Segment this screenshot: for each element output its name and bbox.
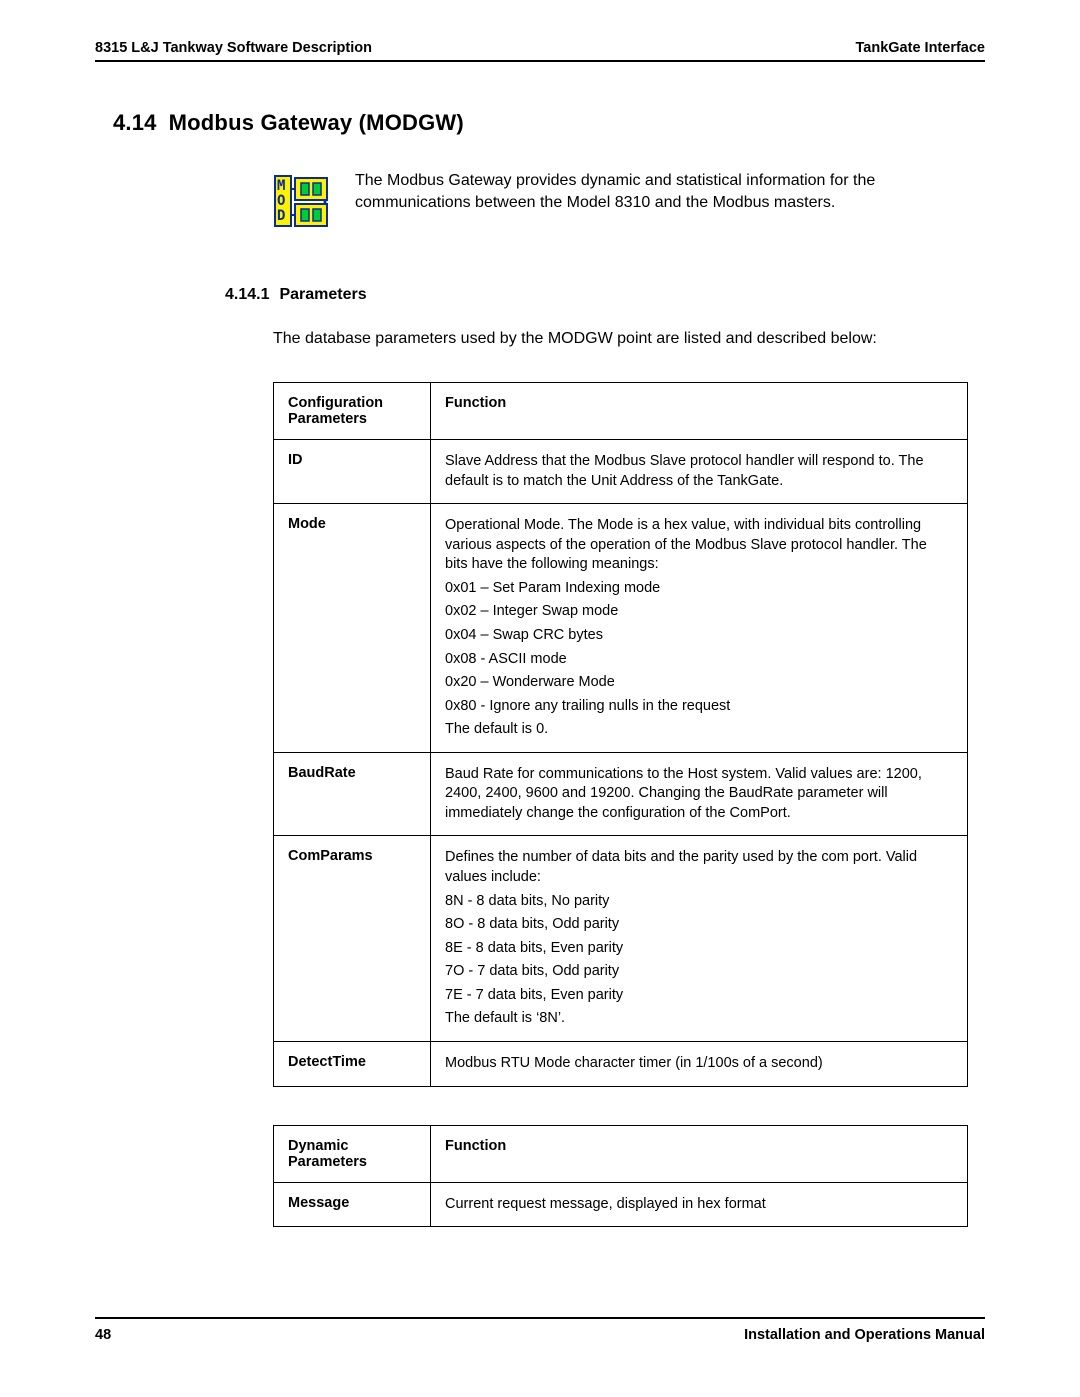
page-footer: 48 Installation and Operations Manual [95, 1317, 985, 1343]
section-intro-block: M O D The Modbus Gateway provides dynami… [273, 170, 985, 230]
table-row: ID Slave Address that the Modbus Slave pr… [274, 440, 968, 504]
param-function: Defines the number of data bits and the … [431, 836, 968, 1042]
col-header-param: Dynamic Parameters [274, 1125, 431, 1182]
header-rule [95, 60, 985, 62]
subsection-title: Parameters [279, 286, 366, 304]
table-row: Message Current request message, displaye… [274, 1182, 968, 1227]
modgw-icon: M O D [273, 172, 331, 230]
svg-text:M: M [277, 178, 285, 194]
section-intro-text: The Modbus Gateway provides dynamic and … [355, 170, 925, 213]
subsection-heading: 4.14.1 Parameters [225, 286, 985, 304]
param-function: Operational Mode. The Mode is a hex valu… [431, 504, 968, 753]
table-row: ModeOperational Mode. The Mode is a hex … [274, 504, 968, 753]
table-header-row: Dynamic Parameters Function [274, 1125, 968, 1182]
param-function-line: Operational Mode. The Mode is a hex valu… [445, 516, 953, 575]
page: 8315 L&J Tankway Software Description Ta… [0, 0, 1080, 1397]
param-name: ComParams [274, 836, 431, 1042]
page-header: 8315 L&J Tankway Software Description Ta… [95, 40, 985, 56]
table-header-row: Configuration Parameters Function [274, 383, 968, 440]
footer-rule [95, 1317, 985, 1319]
header-left: 8315 L&J Tankway Software Description [95, 40, 372, 56]
svg-text:D: D [277, 208, 285, 224]
param-function-line: 7E - 7 data bits, Even parity [445, 986, 953, 1006]
section-title: Modbus Gateway (MODGW) [169, 110, 464, 136]
table-row: DetectTime Modbus RTU Mode character time… [274, 1041, 968, 1086]
param-function-line: 8N - 8 data bits, No parity [445, 892, 953, 912]
param-function: Current request message, displayed in he… [431, 1182, 968, 1227]
param-function-line: 8O - 8 data bits, Odd parity [445, 915, 953, 935]
param-function-line: Baud Rate for communications to the Host… [445, 765, 953, 824]
section-number: 4.14 [113, 110, 157, 136]
param-function-line: Modbus RTU Mode character timer (in 1/10… [445, 1054, 953, 1074]
param-name: Mode [274, 504, 431, 753]
param-function: Modbus RTU Mode character timer (in 1/10… [431, 1041, 968, 1086]
page-number: 48 [95, 1327, 111, 1343]
config-parameters-table: Configuration Parameters Function ID Slav… [273, 382, 968, 1087]
param-function-line: 7O - 7 data bits, Odd parity [445, 962, 953, 982]
param-function-line: 0x20 – Wonderware Mode [445, 673, 953, 693]
param-function-line: Defines the number of data bits and the … [445, 848, 953, 887]
param-function: Slave Address that the Modbus Slave prot… [431, 440, 968, 504]
param-function-line: The default is 0. [445, 720, 953, 740]
header-right: TankGate Interface [856, 40, 985, 56]
table-row: ComParams Defines the number of data bits… [274, 836, 968, 1042]
section-heading: 4.14 Modbus Gateway (MODGW) [95, 110, 985, 136]
table-row: BaudRateBaud Rate for communications to … [274, 752, 968, 836]
param-function-line: Slave Address that the Modbus Slave prot… [445, 452, 953, 491]
param-name: ID [274, 440, 431, 504]
param-function-line: 0x01 – Set Param Indexing mode [445, 579, 953, 599]
param-name: BaudRate [274, 752, 431, 836]
param-function-line: 0x80 - Ignore any trailing nulls in the … [445, 697, 953, 717]
subsection-number: 4.14.1 [225, 286, 269, 304]
param-function-line: 0x08 - ASCII mode [445, 650, 953, 670]
param-name: DetectTime [274, 1041, 431, 1086]
dynamic-parameters-table: Dynamic Parameters Function Message Curre… [273, 1125, 968, 1228]
param-function-line: 0x02 – Integer Swap mode [445, 602, 953, 622]
param-function-line: 8E - 8 data bits, Even parity [445, 939, 953, 959]
col-header-function: Function [431, 1125, 968, 1182]
subsection-intro: The database parameters used by the MODG… [273, 330, 985, 348]
param-function-line: 0x04 – Swap CRC bytes [445, 626, 953, 646]
param-function: Baud Rate for communications to the Host… [431, 752, 968, 836]
col-header-param: Configuration Parameters [274, 383, 431, 440]
param-function-line: The default is ‘8N’. [445, 1009, 953, 1029]
param-function-line: Current request message, displayed in he… [445, 1195, 953, 1215]
col-header-function: Function [431, 383, 968, 440]
param-name: Message [274, 1182, 431, 1227]
svg-text:O: O [277, 193, 285, 209]
footer-manual-title: Installation and Operations Manual [744, 1327, 985, 1343]
